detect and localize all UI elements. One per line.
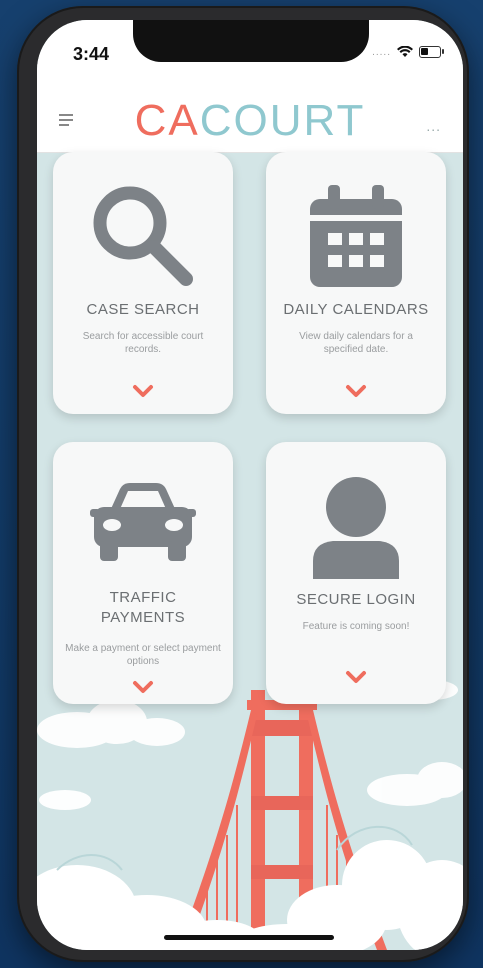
brand-suffix: COURT <box>199 96 366 145</box>
chevron-down-icon[interactable] <box>345 670 367 684</box>
card-title: TRAFFIC PAYMENTS <box>59 588 227 628</box>
app-header: CACOURT ... <box>37 90 463 153</box>
car-icon <box>53 466 233 586</box>
card-description: Feature is coming soon! <box>302 621 410 632</box>
signal-icon: ..... <box>372 46 391 58</box>
card-title: DAILY CALENDARS <box>283 301 429 318</box>
calendar-icon <box>266 176 446 296</box>
more-dots-icon[interactable]: ... <box>426 118 441 134</box>
card-traffic-payments[interactable]: TRAFFIC PAYMENTS Make a payment or selec… <box>53 442 233 704</box>
card-daily-calendars[interactable]: DAILY CALENDARS View daily calendars for… <box>266 152 446 414</box>
device-notch <box>133 20 369 62</box>
card-title-line2: PAYMENTS <box>100 609 186 626</box>
brand-prefix: CA <box>134 96 200 145</box>
card-title-line1: TRAFFIC <box>109 589 177 606</box>
user-icon <box>266 466 446 586</box>
battery-icon <box>419 46 444 58</box>
status-time: 3:44 <box>73 44 110 64</box>
card-description: Search for accessible court records. <box>82 331 204 355</box>
golden-gate-illustration <box>37 680 463 950</box>
card-description: View daily calendars for a specified dat… <box>299 331 413 355</box>
home-indicator[interactable] <box>164 935 334 940</box>
status-icons: ..... <box>372 46 444 58</box>
card-description: Make a payment or select payment options <box>65 643 221 667</box>
magnifier-icon <box>53 176 233 296</box>
status-bar: 3:44 ..... <box>37 20 463 90</box>
chevron-down-icon[interactable] <box>345 384 367 398</box>
card-secure-login[interactable]: SECURE LOGIN Feature is coming soon! <box>266 442 446 704</box>
card-title: SECURE LOGIN <box>296 591 416 608</box>
card-title: CASE SEARCH <box>86 301 200 318</box>
card-case-search[interactable]: CASE SEARCH Search for accessible court … <box>53 152 233 414</box>
chevron-down-icon[interactable] <box>132 384 154 398</box>
wifi-icon <box>397 46 413 57</box>
chevron-down-icon[interactable] <box>132 680 154 694</box>
brand-logo: CACOURT <box>37 96 463 146</box>
app-screen: 3:44 ..... CACOURT ... CASE SEARCH Searc… <box>37 20 463 950</box>
